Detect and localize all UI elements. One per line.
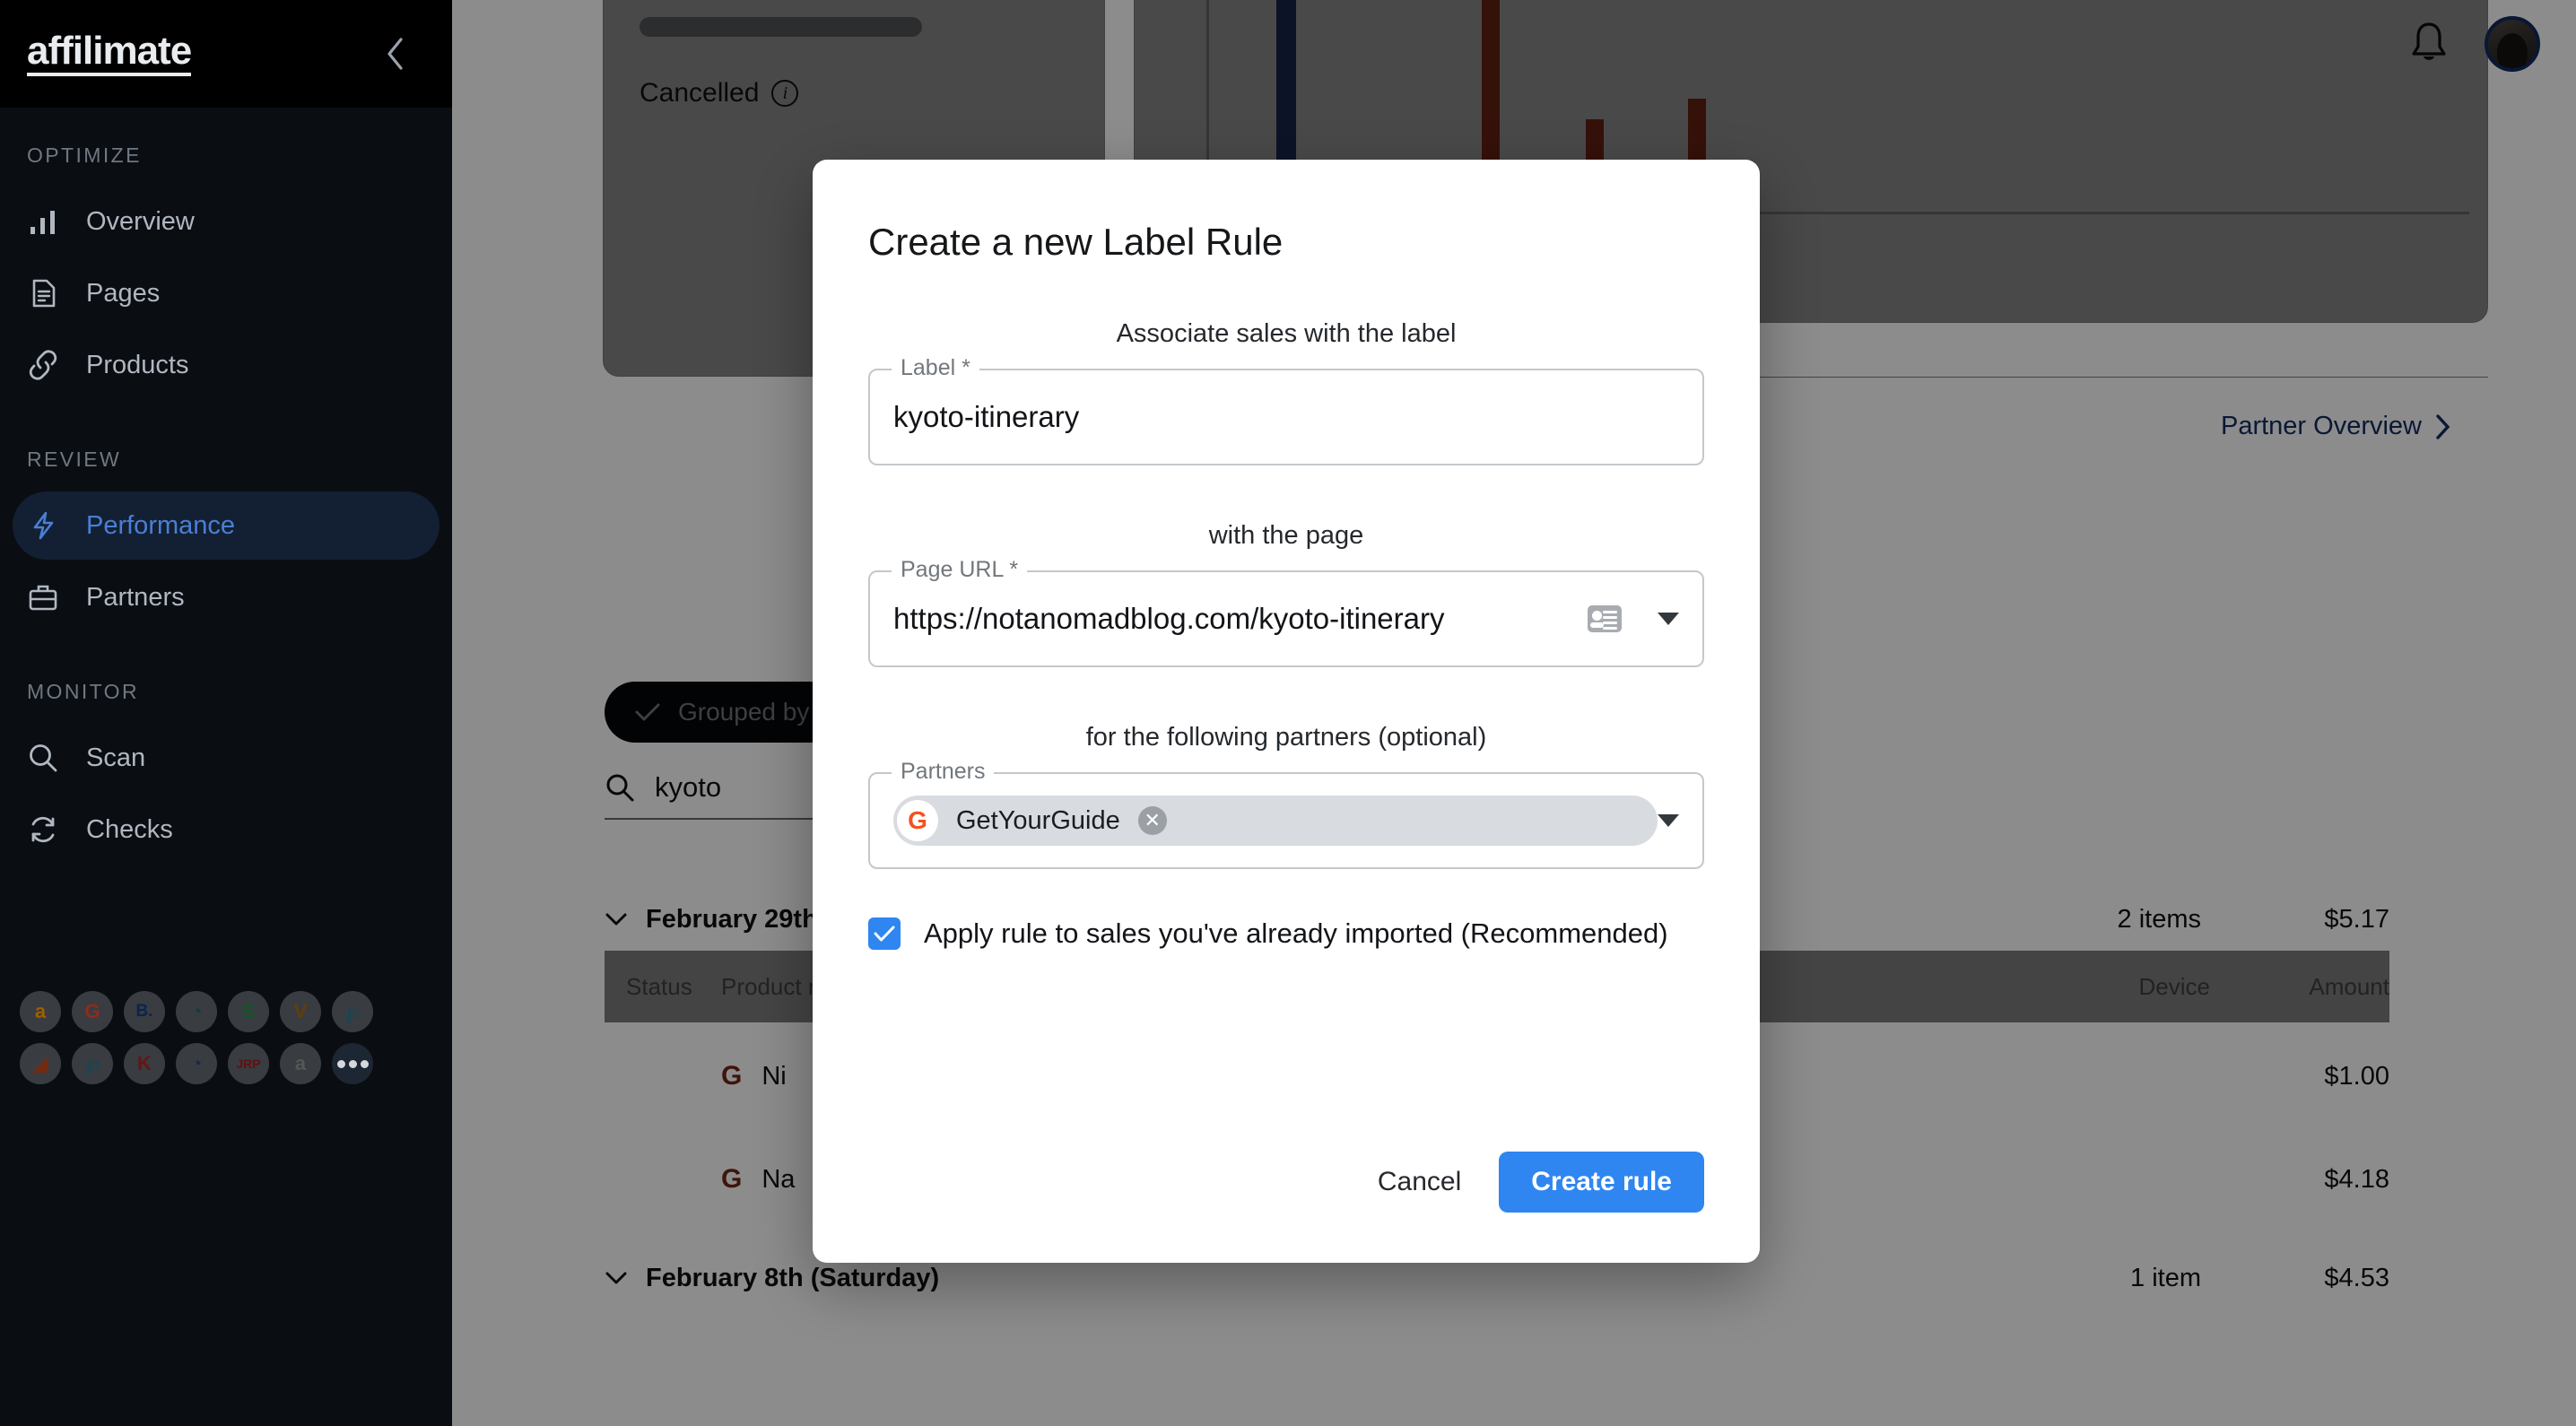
partners-field-legend: Partners xyxy=(892,759,995,785)
refresh-icon xyxy=(27,813,75,846)
partner-chip-getyourguide[interactable]: G GetYourGuide ✕ xyxy=(893,796,1658,846)
label-field[interactable]: Label * kyoto-itinerary xyxy=(868,355,1704,465)
modal-title: Create a new Label Rule xyxy=(868,221,1284,263)
create-label-rule-modal: Create a new Label Rule Associate sales … xyxy=(813,160,1760,1263)
partner-chip-booking[interactable]: B. xyxy=(124,991,165,1032)
search-icon xyxy=(27,742,75,774)
sidebar-item-overview[interactable]: Overview xyxy=(13,187,439,256)
sidebar-label-pages: Pages xyxy=(86,278,161,308)
cancel-button[interactable]: Cancel xyxy=(1378,1167,1461,1197)
sidebar-section-optimize: OPTIMIZE xyxy=(27,143,142,167)
modal-actions: Cancel Create rule xyxy=(1378,1152,1704,1213)
document-icon xyxy=(27,277,75,309)
sidebar-label-overview: Overview xyxy=(86,206,195,236)
sidebar-label-checks: Checks xyxy=(86,814,173,844)
partner-chip-amazon[interactable]: a xyxy=(20,991,61,1032)
partner-chip-skimlinks[interactable]: ◔ xyxy=(176,991,217,1032)
sidebar-section-review: REVIEW xyxy=(27,448,122,471)
page-url-field-legend: Page URL * xyxy=(892,557,1028,583)
partner-chip-amazon-alt[interactable]: a xyxy=(280,1043,321,1084)
partner-chip-partner12[interactable]: ◔ xyxy=(176,1043,217,1084)
sidebar-item-pages[interactable]: Pages xyxy=(13,259,439,327)
sidebar-item-scan[interactable]: Scan xyxy=(13,724,439,792)
caret-down-icon[interactable] xyxy=(1658,814,1679,827)
sidebar-item-partners[interactable]: Partners xyxy=(13,563,439,631)
page-url-input[interactable]: https://notanomadblog.com/kyoto-itinerar… xyxy=(893,602,1588,636)
sidebar-label-performance: Performance xyxy=(86,510,236,540)
label-field-legend: Label * xyxy=(892,355,979,381)
partners-field[interactable]: Partners G GetYourGuide ✕ xyxy=(868,759,1704,869)
sidebar-label-partners: Partners xyxy=(86,582,185,612)
close-icon[interactable]: ✕ xyxy=(1137,806,1167,835)
partner-chip-kiwi[interactable]: K xyxy=(124,1043,165,1084)
sidebar-item-products[interactable]: Products xyxy=(13,331,439,399)
partner-chip-more[interactable] xyxy=(332,1043,373,1084)
partner-chip-partner8[interactable]: ℘ xyxy=(332,991,373,1032)
label-input[interactable]: kyoto-itinerary xyxy=(893,400,1079,434)
sidebar-item-performance[interactable]: Performance xyxy=(13,491,439,560)
sidebar-section-monitor: MONITOR xyxy=(27,680,139,703)
bar-chart-icon xyxy=(27,205,75,238)
hint-with-page: with the page xyxy=(1208,521,1364,550)
partner-chip-jrp[interactable]: JRP xyxy=(228,1043,269,1084)
page-url-field[interactable]: Page URL * https://notanomadblog.com/kyo… xyxy=(868,557,1704,667)
caret-down-icon[interactable] xyxy=(1658,613,1679,625)
apply-rule-checkbox[interactable] xyxy=(868,917,901,950)
lightning-bolt-icon xyxy=(27,509,75,542)
briefcase-icon xyxy=(27,581,75,613)
sidebar-label-scan: Scan xyxy=(86,743,146,772)
sidebar: affilimate OPTIMIZE Overview Pages Produ… xyxy=(0,0,452,1426)
partner-chip-shareasale[interactable]: S xyxy=(228,991,269,1032)
partner-chip-getyourguide[interactable]: G xyxy=(72,991,113,1032)
app-logo: affilimate xyxy=(27,31,192,76)
partner-avatar-getyourguide: G xyxy=(897,800,938,841)
apply-rule-label: Apply rule to sales you've already impor… xyxy=(924,917,1668,949)
link-icon xyxy=(27,349,75,381)
sidebar-partner-chips: a G B. ◔ S V ℘ ◢ ℘ K ◔ JRP a xyxy=(20,991,405,1084)
apply-rule-checkbox-row[interactable]: Apply rule to sales you've already impor… xyxy=(868,917,1704,950)
contact-card-icon[interactable] xyxy=(1588,605,1622,632)
check-icon xyxy=(874,926,895,942)
hint-partners: for the following partners (optional) xyxy=(1085,723,1487,752)
hint-associate-label: Associate sales with the label xyxy=(1116,319,1457,348)
chevron-left-icon xyxy=(387,38,403,70)
partner-chip-label: GetYourGuide xyxy=(956,805,1120,835)
sidebar-collapse-button[interactable] xyxy=(377,36,413,72)
sidebar-header: affilimate xyxy=(0,0,452,108)
sidebar-label-products: Products xyxy=(86,350,189,379)
sidebar-item-checks[interactable]: Checks xyxy=(13,796,439,864)
partner-chip-firebolt[interactable]: ◢ xyxy=(20,1043,61,1084)
partner-chip-viator[interactable]: V xyxy=(280,991,321,1032)
create-rule-button[interactable]: Create rule xyxy=(1499,1152,1704,1213)
partner-chip-partner10[interactable]: ℘ xyxy=(72,1043,113,1084)
